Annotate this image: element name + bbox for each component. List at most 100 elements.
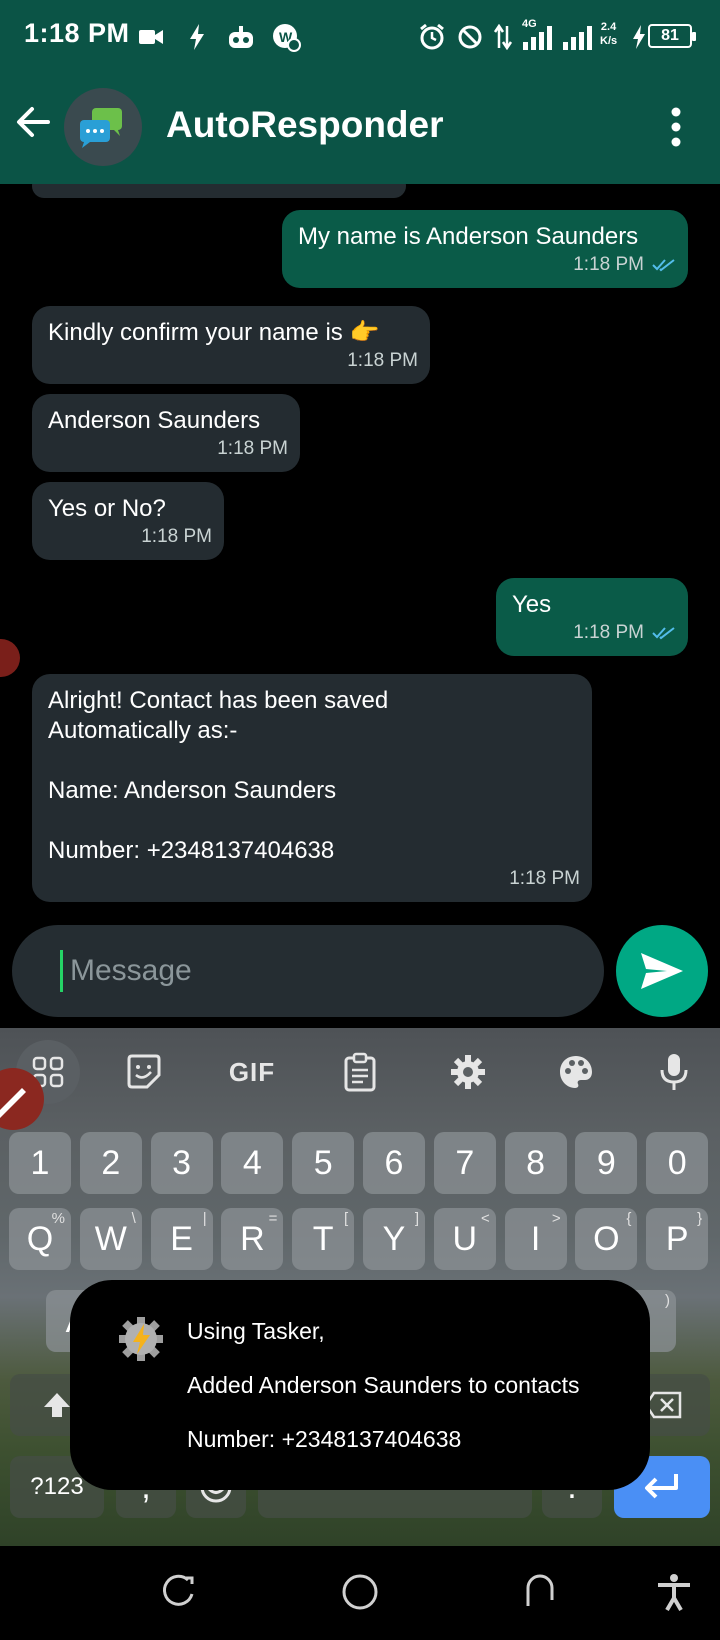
key-i-label: I	[530, 1219, 541, 1258]
key-1-label: 1	[30, 1143, 50, 1182]
key-e[interactable]: E |	[150, 1208, 213, 1270]
key-u-label: U	[452, 1219, 478, 1258]
key-0[interactable]: 0	[646, 1132, 709, 1194]
message-bubble-outgoing[interactable]: Yes 1:18 PM	[496, 578, 688, 656]
clipboard-icon[interactable]	[330, 1042, 390, 1102]
key-4[interactable]: 4	[221, 1132, 284, 1194]
message-bubble-incoming[interactable]: Anderson Saunders 1:18 PM	[32, 394, 300, 472]
key-r[interactable]: R =	[221, 1208, 284, 1270]
gif-button[interactable]: GIF	[222, 1042, 282, 1102]
message-input[interactable]	[70, 945, 570, 997]
signal-icon-2	[560, 22, 596, 52]
key-y[interactable]: Y]	[363, 1208, 425, 1270]
key-t[interactable]: T[	[292, 1208, 355, 1270]
message-meta: 1:18 PM	[347, 346, 418, 376]
status-bar: 1:18 PM W 4G 2.4 K/s 81	[0, 0, 720, 72]
key-2-label: 2	[101, 1143, 121, 1182]
key-e-label: E	[170, 1219, 193, 1258]
key-8[interactable]: 8	[504, 1132, 567, 1194]
send-button[interactable]	[616, 925, 708, 1017]
message-time: 1:18 PM	[347, 350, 418, 371]
status-time: 1:18 PM	[24, 18, 130, 48]
flash-icon	[186, 22, 208, 52]
key-i[interactable]: I >	[504, 1208, 567, 1270]
network-speed-value: 2.4	[600, 21, 617, 33]
key-3[interactable]: 3	[150, 1132, 213, 1194]
chat-title[interactable]: AutoResponder	[166, 104, 444, 146]
enter-icon	[645, 1474, 678, 1499]
message-bubble-incoming[interactable]: Yes or No? 1:18 PM	[32, 482, 224, 560]
message-bubble-incoming[interactable]: Kindly confirm your name is 👉 1:18 PM	[32, 306, 430, 384]
video-icon	[138, 22, 164, 52]
toast-line-3: Number: +2348137404638	[187, 1426, 462, 1452]
message-time: 1:18 PM	[573, 622, 644, 643]
app-badge-icon: W	[270, 22, 302, 52]
recents-icon[interactable]	[158, 1570, 202, 1614]
back-nav-icon[interactable]	[518, 1570, 562, 1614]
key-q[interactable]: Q%	[9, 1208, 71, 1270]
key-t-label: T	[312, 1219, 334, 1258]
tasker-gear-icon	[116, 1314, 166, 1364]
key-alt-char: %	[51, 1210, 65, 1227]
message-text: My name is Anderson Saunders	[298, 223, 639, 250]
toast-line-2: Added Anderson Saunders to contacts	[187, 1372, 580, 1398]
chat-messages[interactable]: My name is Anderson Saunders 1:18 PM Kin…	[0, 184, 720, 920]
accessibility-icon[interactable]	[652, 1570, 696, 1614]
message-time: 1:18 PM	[509, 868, 580, 889]
contact-avatar[interactable]	[64, 88, 142, 166]
key-w[interactable]: W \	[79, 1208, 142, 1270]
key-p-label: P	[665, 1219, 689, 1258]
key-6[interactable]: 6	[363, 1132, 425, 1194]
more-options-icon[interactable]	[660, 102, 692, 152]
key-q-label: Q	[26, 1219, 54, 1258]
message-text: Yes	[512, 591, 552, 618]
double-check-icon	[652, 627, 675, 640]
key-7-label: 7	[455, 1143, 475, 1182]
text-cursor	[60, 950, 63, 992]
message-text: Anderson Saunders	[48, 407, 261, 434]
floating-bubble[interactable]	[0, 639, 20, 677]
key-p[interactable]: P}	[646, 1208, 709, 1270]
settings-gear-icon[interactable]	[438, 1042, 498, 1102]
pen-icon[interactable]	[0, 1068, 44, 1130]
key-4-label: 4	[242, 1143, 262, 1182]
message-text: Yes or No?	[48, 495, 166, 522]
charging-icon	[630, 22, 648, 52]
message-bubble-incoming[interactable]: Alright! Contact has been saved Automati…	[32, 674, 592, 902]
key-7[interactable]: 7	[433, 1132, 496, 1194]
key-5[interactable]: 5	[292, 1132, 355, 1194]
microphone-icon[interactable]	[644, 1042, 704, 1102]
key-r-label: R	[240, 1219, 265, 1258]
message-composer[interactable]	[12, 925, 604, 1017]
key-alt-char: <	[481, 1210, 490, 1227]
key-9[interactable]: 9	[575, 1132, 638, 1194]
symbols-key-label: ?123	[30, 1473, 84, 1500]
sticker-icon[interactable]	[114, 1042, 174, 1102]
navigation-bar	[0, 1546, 720, 1640]
key-6-label: 6	[384, 1143, 404, 1182]
key-alt-char: ]	[414, 1210, 419, 1227]
key-alt-char: \	[131, 1210, 136, 1227]
message-time: 1:18 PM	[573, 254, 644, 275]
key-alt-char: }	[697, 1210, 703, 1227]
key-w-label: W	[94, 1219, 127, 1258]
key-0-label: 0	[667, 1143, 687, 1182]
alarm-icon	[418, 22, 446, 52]
key-1[interactable]: 1	[9, 1132, 71, 1194]
theme-palette-icon[interactable]	[546, 1042, 606, 1102]
home-icon[interactable]	[338, 1570, 382, 1614]
key-alt-char: =	[268, 1210, 278, 1227]
back-arrow-icon[interactable]	[14, 102, 54, 142]
message-time: 1:18 PM	[141, 526, 212, 547]
key-o-label: O	[593, 1219, 620, 1258]
key-alt-char: {	[626, 1210, 632, 1227]
key-alt-char: |	[202, 1210, 207, 1227]
message-bubble-outgoing[interactable]: My name is Anderson Saunders 1:18 PM	[282, 210, 688, 288]
key-8-label: 8	[526, 1143, 546, 1182]
key-2[interactable]: 2	[79, 1132, 142, 1194]
key-u[interactable]: U <	[433, 1208, 496, 1270]
message-meta: 1:18 PM	[573, 250, 676, 280]
key-o[interactable]: O{	[575, 1208, 638, 1270]
key-9-label: 9	[596, 1143, 616, 1182]
network-speed-unit: K/s	[600, 35, 618, 47]
